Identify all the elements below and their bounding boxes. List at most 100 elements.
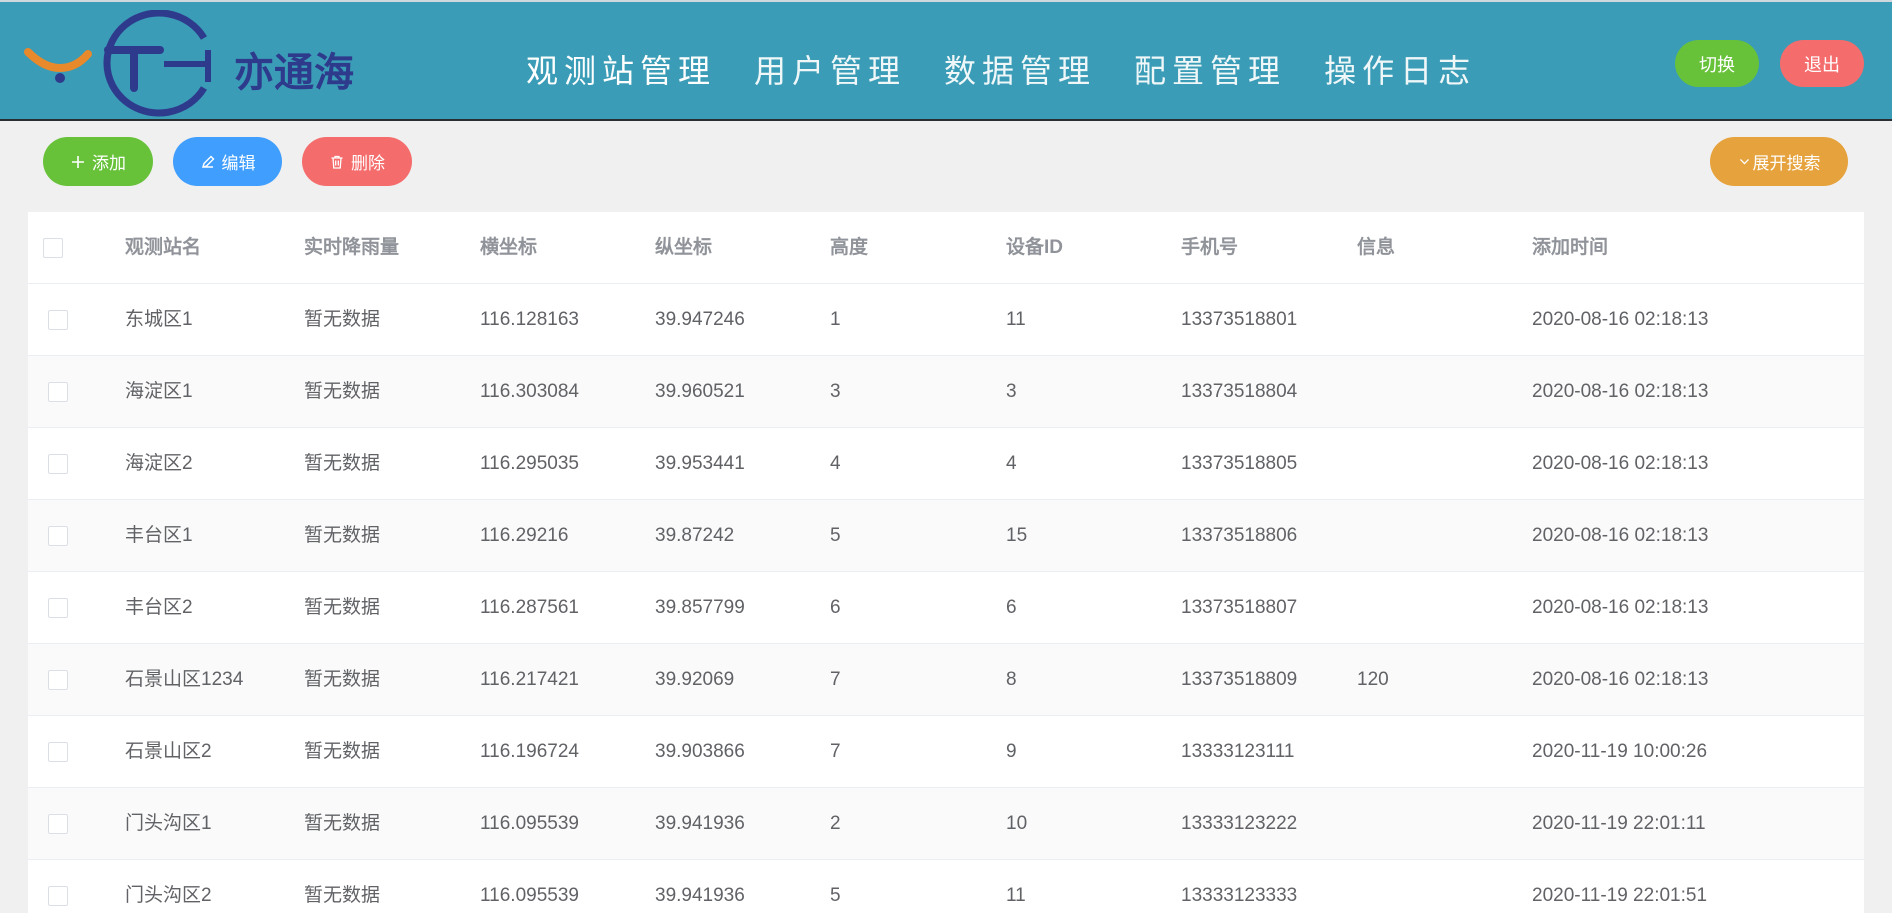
table-row[interactable]: 门头沟区2 暂无数据 116.095539 39.941936 5 11 133331233… (28, 860, 1864, 913)
nav-station-management[interactable]: 观测站管理 (526, 46, 716, 96)
cell-rainfall: 暂无数据 (304, 453, 381, 474)
table-row[interactable]: 丰台区2 暂无数据 116.287561 39.857799 6 6 13373518807… (28, 572, 1864, 644)
cell-station-name: 石景山区1234 (125, 669, 244, 690)
cell-rainfall: 暂无数据 (304, 669, 381, 690)
cell-device-id: 6 (1006, 597, 1017, 618)
cell-station-name: 海淀区2 (125, 453, 193, 474)
edit-button-label: 编辑 (221, 154, 256, 174)
table-row[interactable]: 海淀区2 暂无数据 116.295035 39.953441 4 4 13373518805… (28, 428, 1864, 500)
cell-phone: 13373518806 (1181, 525, 1298, 546)
column-header-y-coord: 纵坐标 (655, 237, 713, 258)
column-header-station-name: 观测站名 (125, 237, 202, 258)
row-checkbox[interactable] (48, 886, 68, 906)
row-checkbox[interactable] (48, 670, 68, 690)
column-header-height: 高度 (830, 237, 869, 258)
cell-added-time: 2020-08-16 02:18:13 (1532, 453, 1709, 474)
cell-phone: 13333123111 (1181, 741, 1295, 762)
cell-height: 1 (830, 309, 841, 330)
cell-device-id: 11 (1006, 309, 1026, 330)
cell-height: 7 (830, 669, 841, 690)
table-header-row: 观测站名 实时降雨量 横坐标 纵坐标 高度 设备ID 手机号 信息 添加时间 (28, 212, 1864, 284)
cell-rainfall: 暂无数据 (304, 309, 381, 330)
cell-added-time: 2020-11-19 22:01:11 (1532, 813, 1706, 834)
cell-rainfall: 暂无数据 (304, 381, 381, 402)
table-row[interactable]: 海淀区1 暂无数据 116.303084 39.960521 3 3 13373518804… (28, 356, 1864, 428)
cell-y-coord: 39.941936 (655, 813, 745, 834)
expand-search-label: 展开搜索 (1752, 154, 1821, 174)
column-header-added-time: 添加时间 (1532, 237, 1609, 258)
table-row[interactable]: 石景山区1234 暂无数据 116.217421 39.92069 7 8 13373518… (28, 644, 1864, 716)
cell-rainfall: 暂无数据 (304, 885, 381, 906)
cell-phone: 13373518809 (1181, 669, 1298, 690)
cell-y-coord: 39.941936 (655, 885, 745, 906)
cell-device-id: 15 (1006, 525, 1028, 546)
cell-x-coord: 116.196724 (480, 741, 579, 762)
cell-x-coord: 116.295035 (480, 453, 579, 474)
column-header-device-id: 设备ID (1006, 237, 1064, 258)
logout-button[interactable]: 退出 (1780, 40, 1864, 87)
add-button[interactable]: 添加 (43, 137, 153, 186)
app-header: 亦通海 观测站管理 用户管理 数据管理 配置管理 操作日志 切换 退出 (0, 0, 1892, 121)
delete-button[interactable]: 删除 (302, 137, 412, 186)
cell-y-coord: 39.87242 (655, 525, 735, 546)
cell-phone: 13333123333 (1181, 885, 1298, 906)
cell-x-coord: 116.29216 (480, 525, 569, 546)
cell-station-name: 丰台区2 (125, 597, 193, 618)
cell-y-coord: 39.960521 (655, 381, 745, 402)
cell-x-coord: 116.217421 (480, 669, 579, 690)
cell-added-time: 2020-08-16 02:18:13 (1532, 309, 1709, 330)
cell-rainfall: 暂无数据 (304, 741, 381, 762)
cell-added-time: 2020-11-19 22:01:51 (1532, 885, 1708, 906)
cell-phone: 13333123222 (1181, 813, 1298, 834)
table-row[interactable]: 丰台区1 暂无数据 116.29216 39.87242 5 15 13373518806 2… (28, 500, 1864, 572)
table-row[interactable]: 门头沟区1 暂无数据 116.095539 39.941936 2 10 133331232… (28, 788, 1864, 860)
logo-text: 亦通海 (234, 50, 354, 96)
cell-device-id: 10 (1006, 813, 1028, 834)
table-row[interactable]: 石景山区2 暂无数据 116.196724 39.903866 7 9 1333312311… (28, 716, 1864, 788)
row-checkbox[interactable] (48, 742, 68, 762)
row-checkbox[interactable] (48, 598, 68, 618)
nav-config-management[interactable]: 配置管理 (1134, 46, 1286, 96)
nav-operation-log[interactable]: 操作日志 (1324, 46, 1476, 96)
select-all-checkbox[interactable] (43, 238, 63, 258)
nav-user-management[interactable]: 用户管理 (754, 46, 906, 96)
row-checkbox[interactable] (48, 310, 68, 330)
edit-button[interactable]: 编辑 (173, 137, 282, 186)
cell-device-id: 4 (1006, 453, 1017, 474)
cell-device-id: 11 (1006, 885, 1026, 906)
cell-device-id: 9 (1006, 741, 1017, 762)
trash-icon (331, 155, 343, 169)
column-header-phone: 手机号 (1181, 237, 1239, 258)
row-checkbox[interactable] (48, 526, 68, 546)
cell-height: 7 (830, 741, 841, 762)
chevron-down-icon (1739, 159, 1749, 165)
expand-search-button[interactable]: 展开搜索 (1710, 137, 1848, 186)
cell-station-name: 门头沟区1 (125, 813, 212, 834)
cell-x-coord: 116.287561 (480, 597, 579, 618)
cell-added-time: 2020-08-16 02:18:13 (1532, 525, 1709, 546)
cell-rainfall: 暂无数据 (304, 597, 381, 618)
nav-data-management[interactable]: 数据管理 (944, 46, 1096, 96)
cell-height: 6 (830, 597, 841, 618)
switch-button[interactable]: 切换 (1675, 40, 1759, 87)
cell-height: 5 (830, 885, 841, 906)
add-button-label: 添加 (92, 154, 126, 174)
row-checkbox[interactable] (48, 454, 68, 474)
cell-y-coord: 39.947246 (655, 309, 745, 330)
cell-rainfall: 暂无数据 (304, 525, 381, 546)
row-checkbox[interactable] (48, 814, 68, 834)
plus-icon (72, 155, 84, 168)
cell-phone: 13373518807 (1181, 597, 1298, 618)
cell-x-coord: 116.303084 (480, 381, 579, 402)
column-header-rainfall: 实时降雨量 (304, 237, 400, 258)
cell-device-id: 3 (1006, 381, 1017, 402)
cell-station-name: 海淀区1 (125, 381, 193, 402)
cell-station-name: 丰台区1 (125, 525, 193, 546)
table-row[interactable]: 东城区1 暂无数据 116.128163 39.947246 1 11 1337351880… (28, 284, 1864, 356)
delete-button-label: 删除 (351, 154, 385, 174)
cell-rainfall: 暂无数据 (304, 813, 381, 834)
cell-x-coord: 116.095539 (480, 885, 579, 906)
cell-station-name: 石景山区2 (125, 741, 212, 762)
row-checkbox[interactable] (48, 382, 68, 402)
cell-y-coord: 39.903866 (655, 741, 745, 762)
